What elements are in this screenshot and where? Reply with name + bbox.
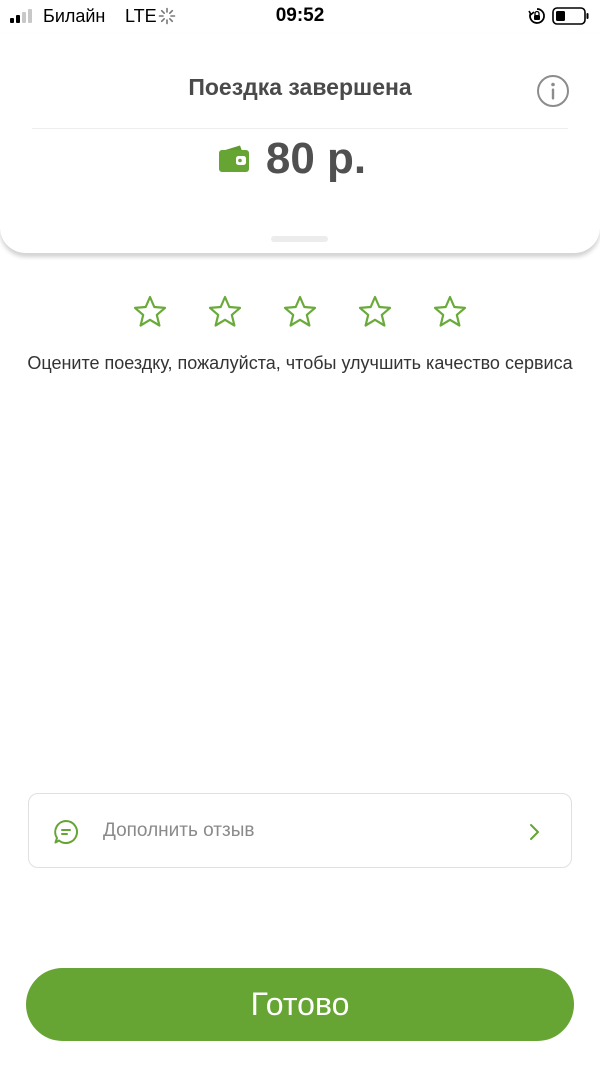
rotation-lock-icon xyxy=(528,8,545,24)
header-divider xyxy=(32,128,568,129)
rating-prompt: Оцените поездку, пожалуйста, чтобы улучш… xyxy=(27,353,573,373)
trip-price-row: 80 р. xyxy=(0,131,600,187)
chevron-right-icon xyxy=(530,824,539,840)
star-5-icon[interactable] xyxy=(432,294,468,330)
trip-summary-card: Поездка завершена 80 р. xyxy=(0,34,600,254)
clock: 09:52 xyxy=(275,5,325,26)
info-icon[interactable] xyxy=(536,74,570,108)
rating-stars xyxy=(0,294,600,330)
add-review-label: Дополнить отзыв xyxy=(103,820,255,841)
trip-price: 80 р. xyxy=(265,134,367,183)
wallet-icon xyxy=(218,145,249,172)
star-3-icon[interactable] xyxy=(282,294,318,330)
add-review-field[interactable]: Дополнить отзыв xyxy=(28,793,572,868)
star-1-icon[interactable] xyxy=(132,294,168,330)
status-bar: Билайн LTE 09:52 xyxy=(0,0,600,34)
drag-handle[interactable] xyxy=(271,236,328,242)
done-button[interactable]: Готово xyxy=(26,968,574,1041)
trip-status-title: Поездка завершена xyxy=(188,74,412,100)
star-2-icon[interactable] xyxy=(207,294,243,330)
comment-icon xyxy=(54,820,78,844)
star-4-icon[interactable] xyxy=(357,294,393,330)
battery-icon xyxy=(552,7,589,25)
